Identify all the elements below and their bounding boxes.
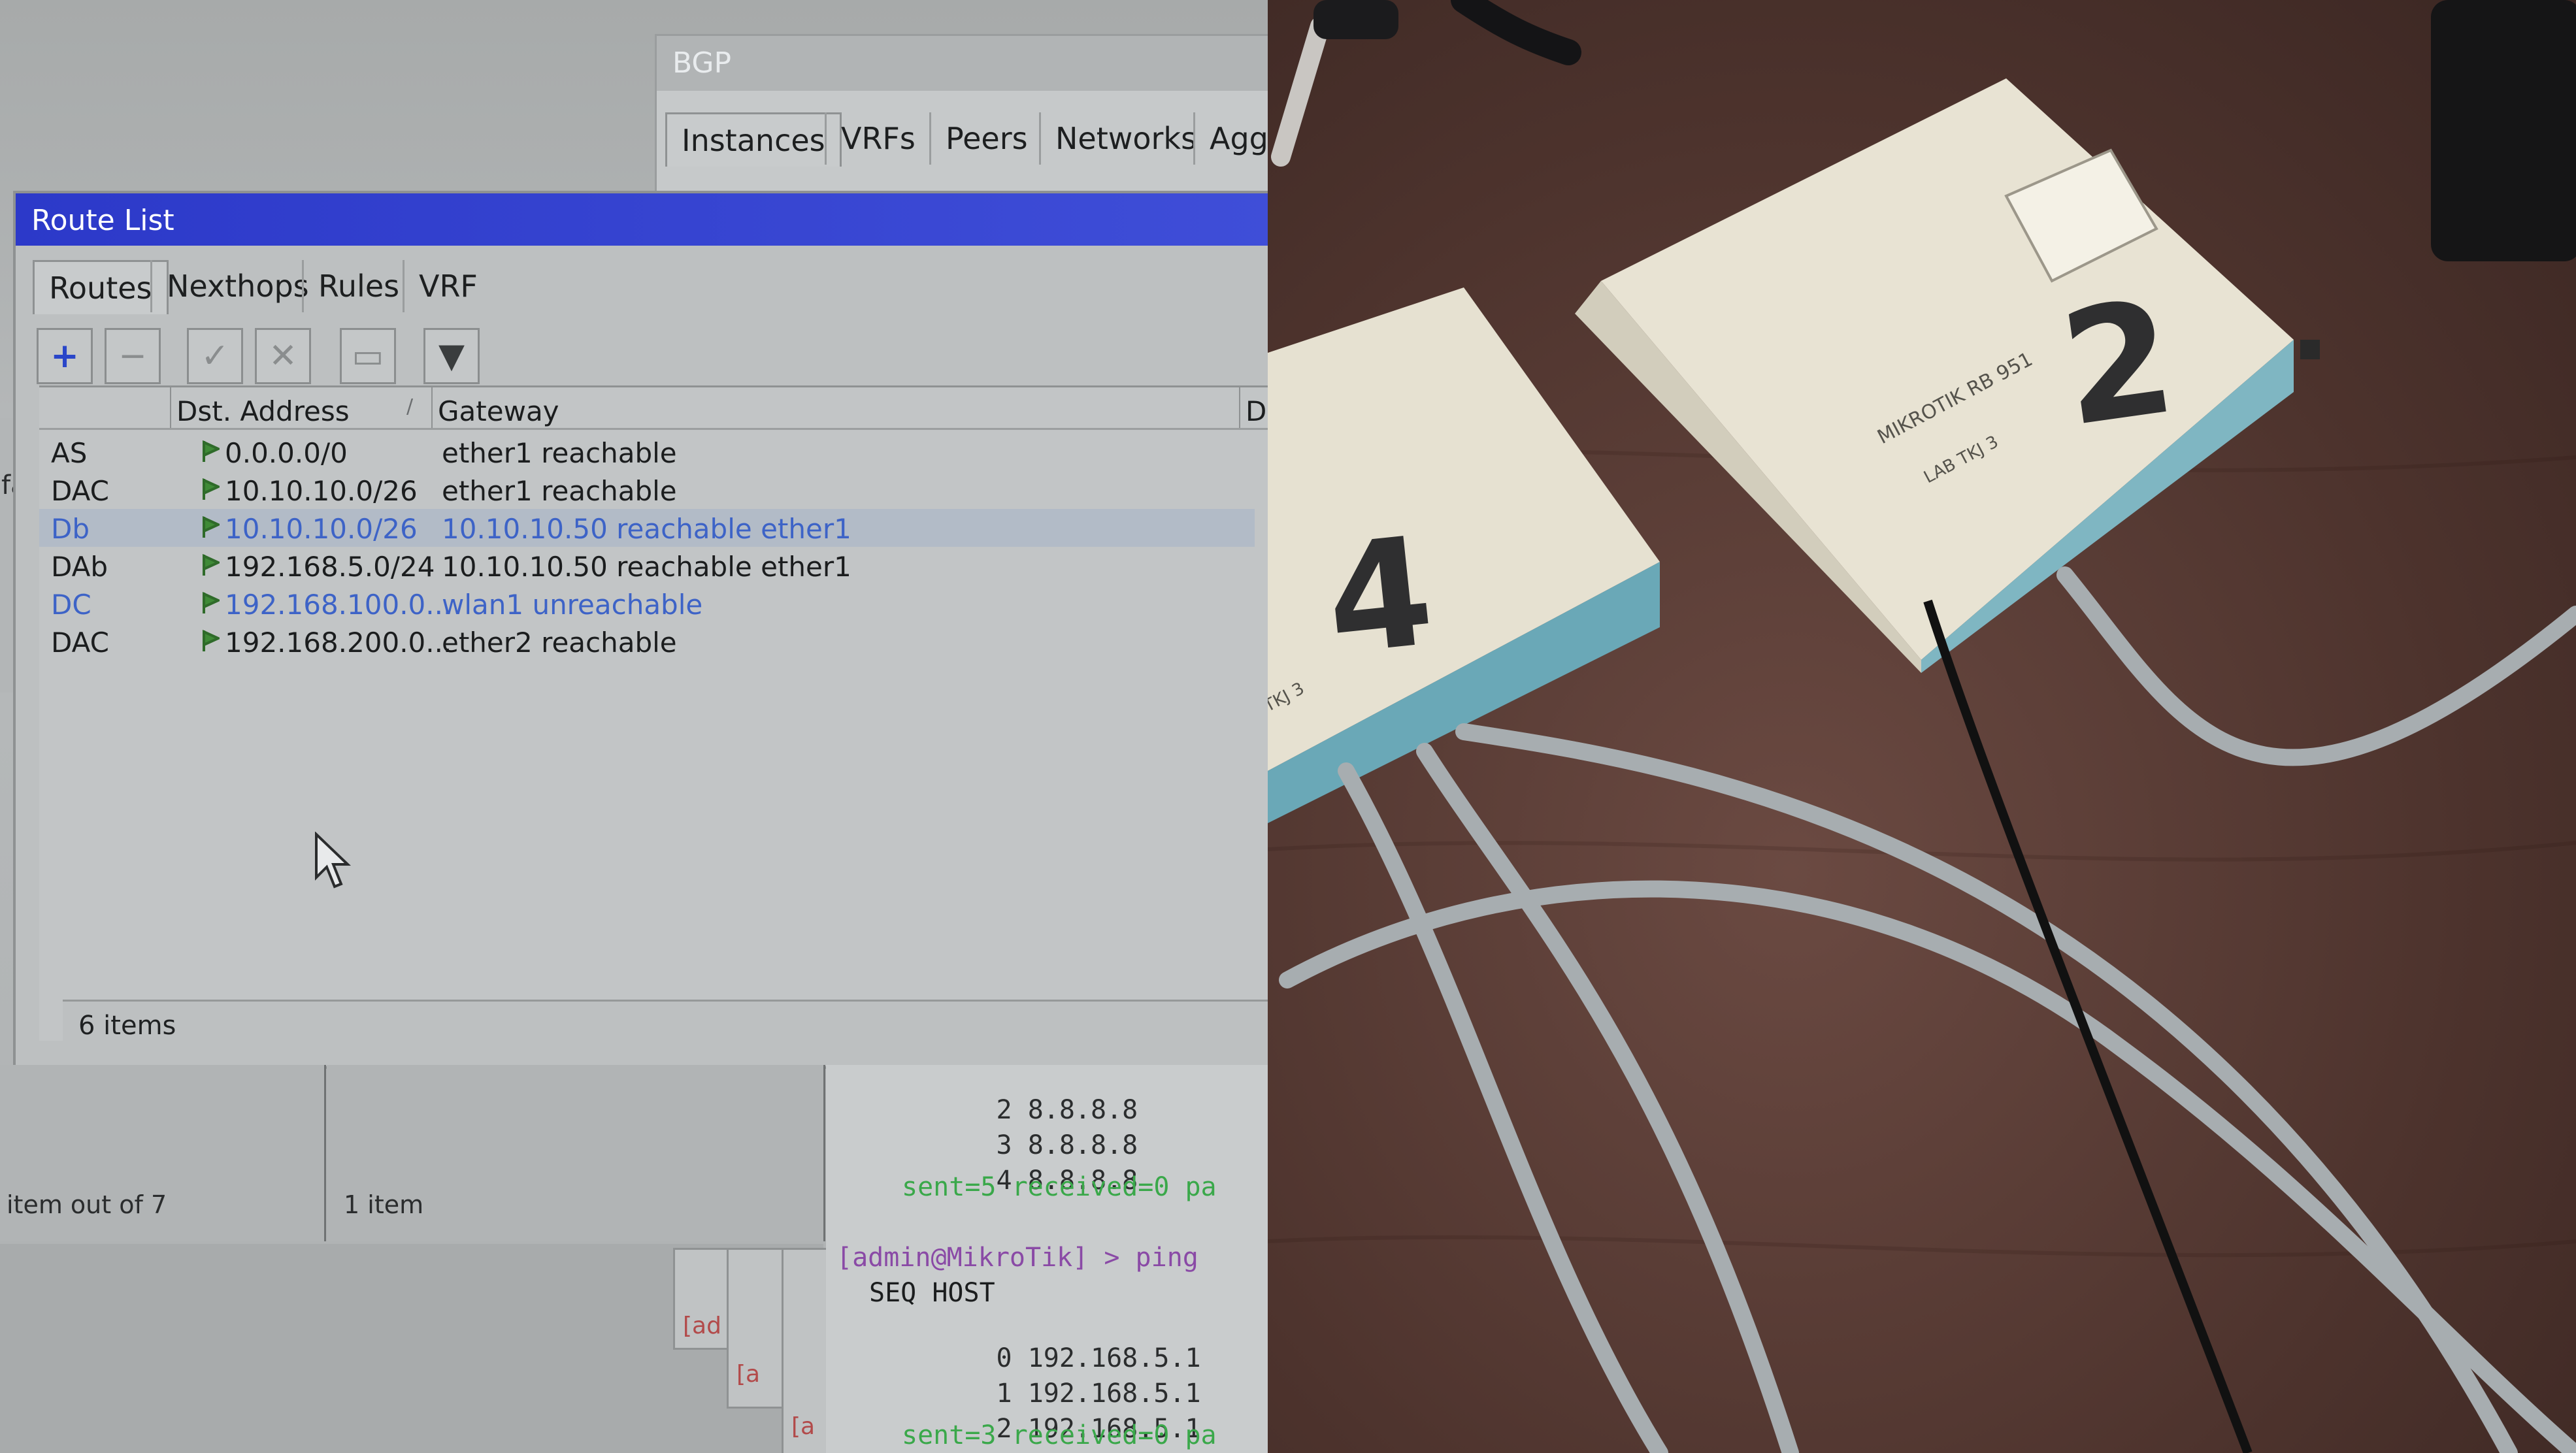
route-list-statusbar: 6 items [63,1000,1268,1047]
col-divider [431,387,433,428]
route-active-icon [203,478,220,500]
route-active-icon [203,515,220,538]
panel-status: item out of 7 [7,1190,167,1219]
sort-indicator: / [406,395,414,418]
bgp-window-title: BGP [657,36,1268,91]
tab-nexthops[interactable]: Nexthops [150,260,323,312]
panel-status: 1 item [344,1190,424,1219]
route-dst-address: 192.168.5.0/24 [225,551,435,583]
route-gateway: 10.10.10.50 reachable ether1 [442,551,851,583]
router-photo-drawing: 2 MIKROTIK RB 951 LAB TKJ 3 4 TKJ 3 [1268,0,2576,1453]
route-flags: DC [51,589,91,621]
enable-button[interactable]: ✓ [187,328,243,384]
col-gateway[interactable]: Gateway [438,395,559,427]
screen-photo: fa N BGP Instances VRFs Peers Networks A… [0,0,1268,1453]
route-active-icon [203,553,220,576]
router-photo: 2 MIKROTIK RB 951 LAB TKJ 3 4 TKJ 3 [1268,0,2576,1453]
terminal-window[interactable]: 2 8.8.8.8 3 8.8.8.8 4 8.8.8.8 sent=5 rec… [826,1065,1268,1453]
route-dst-address: 10.10.10.0/26 [225,475,418,507]
lower-panel-left: item out of 7 [0,1065,326,1241]
table-row[interactable]: AS 0.0.0.0/0 ether1 reachable [39,433,1255,471]
terminal-summary: sent=5 received=0 pa [902,1172,1217,1202]
filter-button[interactable]: ▼ [423,328,480,384]
fragment-text: [ad [683,1313,721,1339]
terminal-prompt: [admin@MikroTik] > ping [836,1243,1198,1273]
bgp-tab-peers[interactable]: Peers [929,112,1042,165]
route-list-title: Route List [16,193,1268,246]
router-2 [1575,78,2320,673]
disable-button[interactable]: ✕ [255,328,311,384]
item-count: 6 items [78,1011,176,1041]
table-row[interactable]: DC 192.168.100.0... wlan1 unreachable [39,585,1255,623]
table-row[interactable]: DAC 192.168.200.0... ether2 reachable [39,623,1255,661]
col-dst-address[interactable]: Dst. Address [176,395,350,427]
route-dst-address: 0.0.0.0/0 [225,437,348,469]
check-icon: ✓ [201,336,229,376]
table-row[interactable]: DAC 10.10.10.0/26 ether1 reachable [39,471,1255,509]
bgp-tab-networks[interactable]: Networks [1039,112,1211,165]
route-table: Dst. Address / Gateway Di AS 0.0.0.0/0 eth… [39,385,1268,1041]
terminal-header: SEQ HOST [869,1278,995,1308]
comment-icon: ▭ [352,336,384,376]
stacked-window-fragment: [a [727,1248,789,1409]
tab-routes[interactable]: Routes [33,260,169,314]
filter-icon: ▼ [438,336,465,376]
minus-icon: − [118,336,147,376]
route-active-icon [203,629,220,651]
power-adapter [2431,0,2576,261]
route-gateway: ether1 reachable [442,475,677,507]
col-distance[interactable]: Di [1246,395,1268,427]
terminal-summary: sent=3 received=0 pa [902,1420,1217,1450]
route-flags: Db [51,513,90,545]
route-flags: AS [51,437,88,469]
route-gateway: ether1 reachable [442,437,677,469]
route-flags: DAC [51,475,109,507]
route-active-icon [203,591,220,613]
comment-button[interactable]: ▭ [340,328,396,384]
route-flags: DAb [51,551,108,583]
table-row[interactable]: DAb 192.168.5.0/24 10.10.10.50 reachable e… [39,547,1255,585]
route-gateway: wlan1 unreachable [442,589,703,621]
stacked-window-fragment: [a [782,1248,831,1453]
route-dst-address: 10.10.10.0/26 [225,513,418,545]
table-header: Dst. Address / Gateway Di [39,387,1268,430]
bgp-tab-vrfs[interactable]: VRFs [825,112,930,165]
bgp-tab-agg[interactable]: Agg [1193,112,1268,165]
col-divider [170,387,171,428]
remove-button[interactable]: − [105,328,161,384]
route-dst-address: 192.168.200.0... [225,627,452,659]
fragment-text: [a [736,1361,761,1388]
cross-icon: ✕ [269,336,297,376]
bgp-tab-instances[interactable]: Instances [665,112,842,167]
tab-rules[interactable]: Rules [302,260,414,312]
key-icon [1271,0,1581,167]
route-flags: DAC [51,627,109,659]
route-gateway: ether2 reachable [442,627,677,659]
table-row[interactable]: Db 10.10.10.0/26 10.10.10.50 reachable eth… [39,509,1255,547]
route-active-icon [203,440,220,462]
tab-vrf[interactable]: VRF [403,260,492,312]
route-dst-address: 192.168.100.0... [225,589,452,621]
col-divider [1239,387,1240,428]
mouse-cursor-icon [314,831,353,893]
plus-icon: + [50,336,79,376]
lower-panel-mid: 1 item [327,1065,825,1241]
route-gateway: 10.10.10.50 reachable ether1 [442,513,851,545]
fragment-text: [a [791,1413,816,1440]
router-4-number: 4 [1319,504,1441,689]
add-button[interactable]: + [37,328,93,384]
